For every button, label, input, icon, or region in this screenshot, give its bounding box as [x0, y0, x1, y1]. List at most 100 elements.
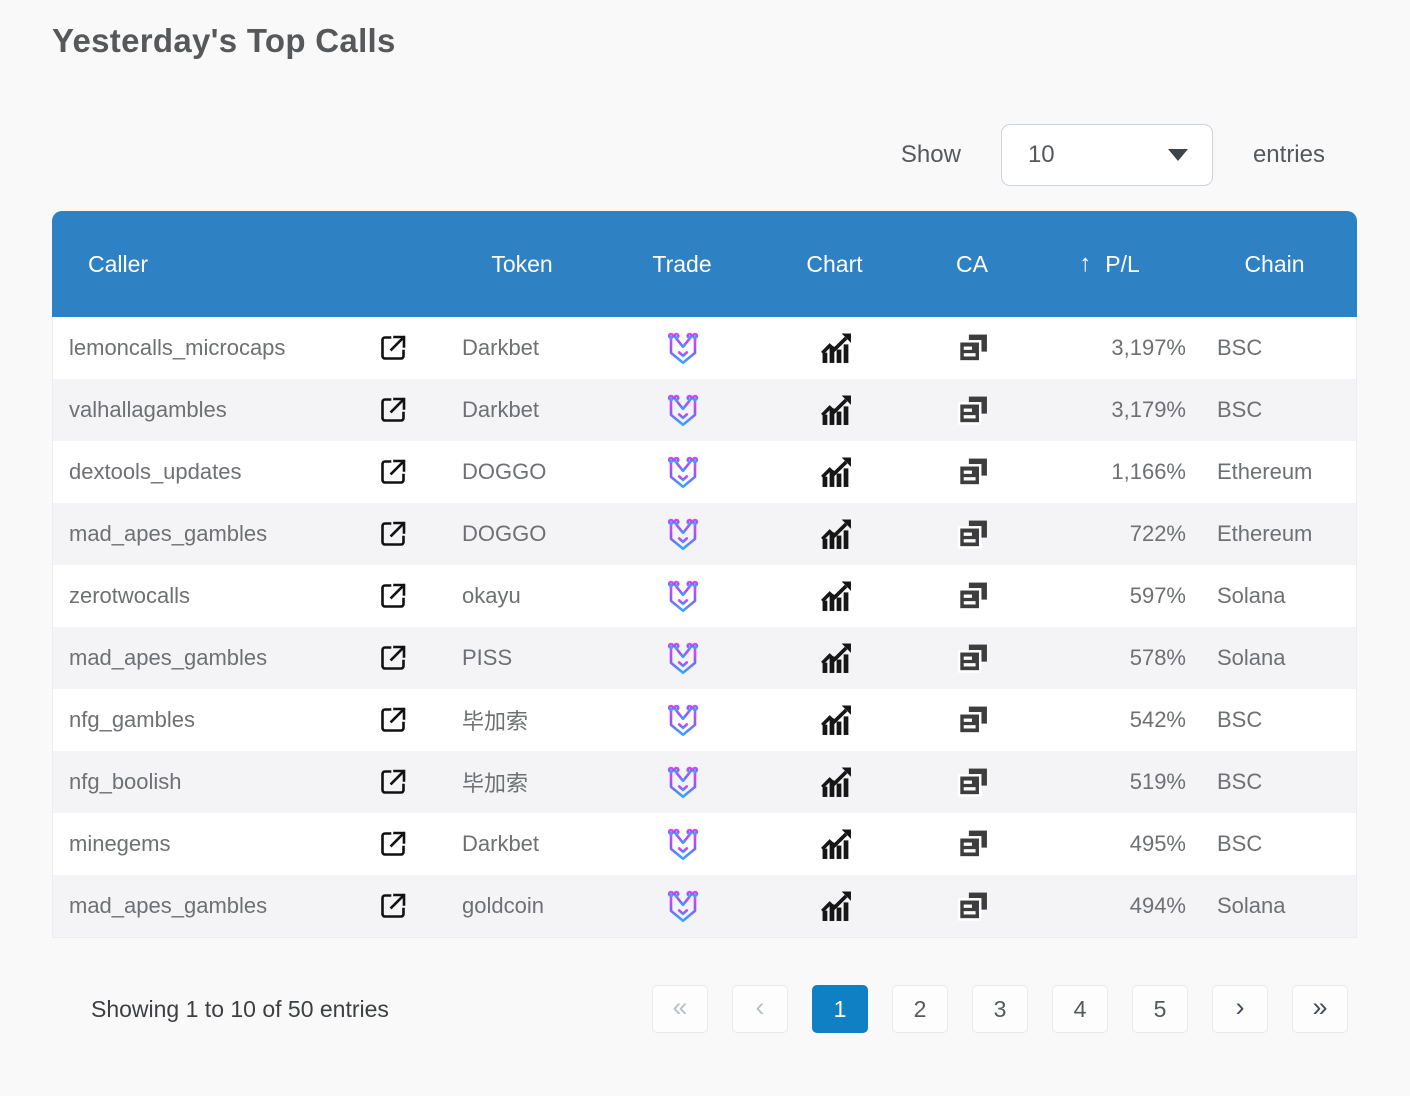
page-button-3[interactable]: 3 [972, 985, 1028, 1033]
trending-up-chart-icon[interactable] [819, 332, 853, 364]
chain-name: Ethereum [1217, 459, 1313, 484]
external-link-icon[interactable] [378, 333, 408, 363]
trending-up-chart-icon[interactable] [819, 704, 853, 736]
external-link-icon[interactable] [378, 705, 408, 735]
column-header-token[interactable]: Token [432, 251, 612, 278]
chain-name: Solana [1217, 645, 1286, 670]
copy-contract-icon[interactable] [957, 457, 989, 487]
token-name: DOGGO [462, 459, 547, 484]
external-link-icon[interactable] [378, 829, 408, 859]
column-header-ca[interactable]: CA [917, 251, 1027, 278]
caller-link-cell [353, 643, 433, 673]
pager: « ‹ 12345 › » [652, 985, 1348, 1033]
chart-cell [753, 394, 918, 426]
page-button-5[interactable]: 5 [1132, 985, 1188, 1033]
sort-ascending-icon[interactable]: ↑ [1079, 250, 1091, 278]
caller-link-cell [353, 891, 433, 921]
table-row: mad_apes_gambles DOGGO 722% Ethereum [53, 503, 1356, 565]
page-button-2[interactable]: 2 [892, 985, 948, 1033]
page-length-controls: Show 10 entries [52, 124, 1357, 186]
trending-up-chart-icon[interactable] [819, 642, 853, 674]
top-calls-table: Caller Token Trade Chart CA ↑ P/L Chain … [52, 211, 1357, 938]
trending-up-chart-icon[interactable] [819, 394, 853, 426]
copy-contract-icon[interactable] [957, 333, 989, 363]
trade-cell [613, 392, 753, 428]
trade-cell [613, 516, 753, 552]
page-number-buttons: 12345 [812, 985, 1188, 1033]
chevron-down-icon [1167, 149, 1188, 161]
ca-cell [918, 767, 1028, 797]
previous-page-button[interactable]: ‹ [732, 985, 788, 1033]
column-header-chart[interactable]: Chart [752, 251, 917, 278]
table-row: zerotwocalls okayu 597% Solana [53, 565, 1356, 627]
external-link-icon[interactable] [378, 395, 408, 425]
caller-name: mad_apes_gambles [69, 893, 268, 918]
external-link-icon[interactable] [378, 457, 408, 487]
token-name: okayu [462, 583, 521, 608]
trending-up-chart-icon[interactable] [819, 890, 853, 922]
maestro-bot-trade-icon[interactable] [663, 702, 703, 738]
caller-link-cell [353, 705, 433, 735]
page-size-select[interactable]: 10 [1000, 124, 1213, 186]
chart-cell [753, 518, 918, 550]
maestro-bot-trade-icon[interactable] [663, 330, 703, 366]
token-name: 毕加索 [462, 709, 529, 734]
table-row: nfg_boolish 毕加索 519% BSC [53, 751, 1356, 813]
token-name: goldcoin [462, 893, 544, 918]
maestro-bot-trade-icon[interactable] [663, 516, 703, 552]
token-name: PISS [462, 645, 513, 670]
ca-cell [918, 581, 1028, 611]
token-name: DOGGO [462, 521, 547, 546]
ca-cell [918, 829, 1028, 859]
page-container: Yesterday's Top Calls Show 10 entries Ca… [0, 0, 1410, 1033]
trade-cell [613, 826, 753, 862]
caller-link-cell [353, 333, 433, 363]
page-button-1[interactable]: 1 [812, 985, 868, 1033]
token-name: Darkbet [462, 397, 540, 422]
external-link-icon[interactable] [378, 643, 408, 673]
copy-contract-icon[interactable] [957, 891, 989, 921]
page-button-4[interactable]: 4 [1052, 985, 1108, 1033]
copy-contract-icon[interactable] [957, 519, 989, 549]
copy-contract-icon[interactable] [957, 829, 989, 859]
last-page-button[interactable]: » [1292, 985, 1348, 1033]
column-header-trade[interactable]: Trade [612, 251, 752, 278]
caller-name: minegems [69, 831, 171, 856]
maestro-bot-trade-icon[interactable] [663, 578, 703, 614]
chart-cell [753, 766, 918, 798]
first-page-button[interactable]: « [652, 985, 708, 1033]
ca-cell [918, 457, 1028, 487]
copy-contract-icon[interactable] [957, 395, 989, 425]
trade-cell [613, 640, 753, 676]
token-name: Darkbet [462, 335, 540, 360]
pl-value: 519% [1129, 769, 1186, 794]
pl-value: 597% [1129, 583, 1186, 608]
column-header-caller[interactable]: Caller [52, 251, 352, 278]
maestro-bot-trade-icon[interactable] [663, 392, 703, 428]
column-header-pl[interactable]: ↑ P/L [1027, 250, 1192, 278]
pagination-bar: Showing 1 to 10 of 50 entries « ‹ 12345 … [52, 985, 1357, 1033]
trending-up-chart-icon[interactable] [819, 828, 853, 860]
external-link-icon[interactable] [378, 891, 408, 921]
copy-contract-icon[interactable] [957, 643, 989, 673]
maestro-bot-trade-icon[interactable] [663, 640, 703, 676]
show-label: Show [900, 141, 961, 168]
copy-contract-icon[interactable] [957, 767, 989, 797]
trending-up-chart-icon[interactable] [819, 580, 853, 612]
next-page-button[interactable]: › [1212, 985, 1268, 1033]
maestro-bot-trade-icon[interactable] [663, 888, 703, 924]
maestro-bot-trade-icon[interactable] [663, 764, 703, 800]
trending-up-chart-icon[interactable] [819, 518, 853, 550]
external-link-icon[interactable] [378, 767, 408, 797]
maestro-bot-trade-icon[interactable] [663, 826, 703, 862]
caller-name: nfg_boolish [69, 769, 182, 794]
column-header-chain[interactable]: Chain [1192, 251, 1357, 278]
copy-contract-icon[interactable] [957, 581, 989, 611]
external-link-icon[interactable] [378, 519, 408, 549]
copy-contract-icon[interactable] [957, 705, 989, 735]
trending-up-chart-icon[interactable] [819, 456, 853, 488]
trending-up-chart-icon[interactable] [819, 766, 853, 798]
maestro-bot-trade-icon[interactable] [663, 454, 703, 490]
external-link-icon[interactable] [378, 581, 408, 611]
table-row: dextools_updates DOGGO 1,166% Ethereum [53, 441, 1356, 503]
